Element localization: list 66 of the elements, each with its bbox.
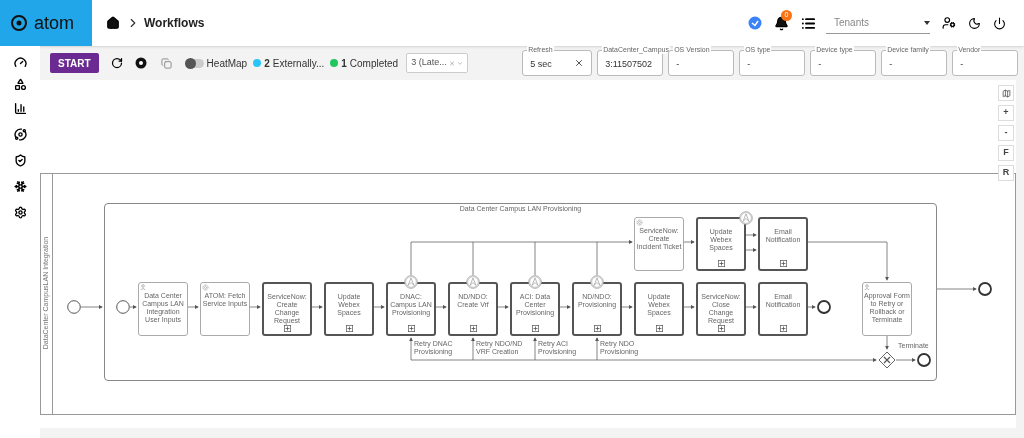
start-event[interactable] — [116, 300, 130, 314]
field-value: - — [747, 57, 751, 71]
expand-marker-icon — [345, 325, 353, 332]
caret-icon — [924, 20, 930, 25]
start-button[interactable]: START — [50, 53, 99, 73]
end-event[interactable] — [917, 353, 931, 367]
gateway-icon[interactable] — [878, 351, 896, 369]
settings-icon[interactable] — [13, 206, 27, 219]
expand-marker-icon — [779, 260, 787, 267]
expand-marker-icon — [717, 260, 725, 267]
zoom-control-button[interactable]: + — [998, 105, 1014, 121]
heatmap-toggle[interactable] — [185, 58, 204, 68]
brand-logo[interactable]: atom — [0, 0, 92, 46]
expand-marker-icon — [283, 325, 291, 332]
user-icon — [864, 284, 870, 290]
fit-map-button[interactable] — [998, 85, 1014, 101]
map-icon — [1001, 88, 1011, 98]
breadcrumb-current: Workflows — [144, 15, 205, 32]
expand-marker-icon — [531, 325, 539, 332]
status-label: Externally... — [272, 56, 325, 71]
user-settings-icon[interactable] — [942, 16, 956, 30]
gear-icon — [202, 284, 209, 291]
brand-name: atom — [34, 11, 75, 35]
zoom-control-button[interactable]: - — [998, 125, 1014, 141]
expand-marker-icon — [779, 325, 787, 332]
clear-icon[interactable] — [574, 58, 585, 68]
shapes-icon[interactable] — [13, 78, 27, 91]
refresh-icon[interactable] — [110, 57, 123, 69]
field-value: 3:11507502 — [605, 57, 653, 71]
tenant-select[interactable]: Tenants — [826, 12, 930, 34]
status-count: 1 — [341, 56, 347, 71]
expand-marker-icon — [407, 325, 415, 332]
end-event[interactable] — [817, 300, 831, 314]
field-value: 5 sec — [530, 57, 552, 71]
bar-chart-icon[interactable] — [13, 102, 27, 115]
field-value: - — [889, 57, 893, 71]
expand-marker-icon — [655, 325, 663, 332]
end-event[interactable] — [978, 282, 992, 296]
field-value: - — [676, 57, 680, 71]
version-value: 3 (Late... — [411, 56, 447, 70]
zoom-control-button[interactable]: R — [998, 165, 1014, 181]
chevron-down-icon — [456, 59, 464, 67]
gear-icon — [636, 219, 643, 226]
user-icon — [140, 284, 146, 290]
status-count: 2 — [264, 56, 270, 71]
expand-marker-icon — [717, 325, 725, 332]
expand-marker-icon — [469, 325, 477, 332]
gauge-icon[interactable] — [13, 56, 27, 69]
moon-icon[interactable] — [968, 16, 981, 30]
power-icon[interactable] — [993, 16, 1006, 30]
heatmap-label: HeatMap — [206, 56, 248, 71]
start-event[interactable] — [67, 300, 81, 314]
orbit-icon[interactable] — [13, 128, 27, 141]
logo-icon — [10, 14, 28, 32]
status-label: Completed — [349, 56, 399, 71]
version-select[interactable]: 3 (Late... — [406, 53, 469, 73]
shield-icon[interactable] — [13, 154, 27, 167]
field-value: - — [960, 57, 964, 71]
tenant-placeholder: Tenants — [834, 16, 870, 30]
snowflake-icon[interactable] — [13, 180, 27, 193]
record-icon[interactable] — [134, 57, 147, 69]
expand-marker-icon — [593, 325, 601, 332]
zoom-control-button[interactable]: F — [998, 145, 1014, 161]
list-icon[interactable] — [801, 15, 816, 31]
home-icon[interactable] — [106, 16, 120, 30]
field-value: - — [818, 57, 822, 71]
